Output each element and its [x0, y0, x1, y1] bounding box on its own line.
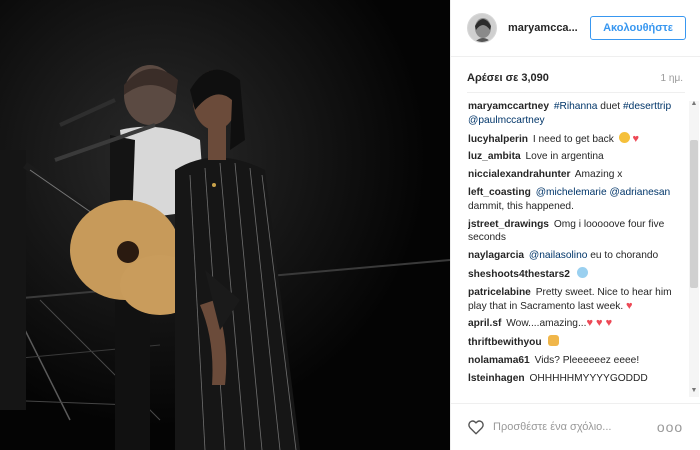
mention-link[interactable]: @nailasolino	[529, 250, 587, 261]
mention-link[interactable]: @paulmccartney	[468, 115, 545, 126]
comment-item: jstreet_drawings Omg i looooove four fiv…	[468, 218, 680, 246]
caption: maryamccartney #Rihanna duet #deserttrip…	[468, 100, 680, 128]
comment-item: left_coasting @michelemarie @adrianesan …	[468, 186, 680, 214]
heart-emoji-icon: ♥ ♥ ♥	[586, 317, 613, 330]
likes-row: Αρέσει σε 3,090 1 ημ.	[467, 66, 687, 90]
comment-item: april.sf Wow....amazing...♥ ♥ ♥	[468, 317, 680, 331]
avatar-image	[468, 14, 496, 42]
comment-item: niccialexandrahunter Amazing x	[468, 168, 680, 182]
comment-user[interactable]: naylagarcia	[468, 250, 524, 261]
clapping-hands-emoji-icon	[548, 335, 560, 347]
crying-emoji-icon	[576, 266, 588, 278]
post-time[interactable]: 1 ημ.	[661, 73, 683, 84]
comment-text: dammit, this happened.	[468, 200, 574, 212]
comment-text: Amazing x	[574, 169, 623, 181]
post-sidebar: maryamcca... Ακολουθήστε Αρέσει σε 3,090…	[450, 0, 700, 450]
post-window: maryamcca... Ακολουθήστε Αρέσει σε 3,090…	[0, 0, 700, 450]
comment-user[interactable]: patricelabine	[468, 287, 531, 298]
heart-emoji-icon: ♥	[632, 132, 640, 145]
avatar[interactable]	[467, 13, 497, 43]
comment-user[interactable]: left_coasting	[468, 187, 531, 198]
comment-item: thriftbewithyou	[468, 335, 680, 350]
comment-item: nolamama61 Vids? Pleeeeeez eeee!	[468, 354, 680, 368]
post-photo[interactable]	[0, 0, 450, 450]
mention-link[interactable]: @michelemarie	[536, 187, 607, 198]
comment-user[interactable]: luz_ambita	[468, 151, 521, 162]
comment-list: maryamccartney #Rihanna duet #deserttrip…	[468, 100, 680, 400]
scrollbar-thumb[interactable]	[690, 140, 698, 288]
likes-count[interactable]: Αρέσει σε 3,090	[467, 72, 549, 84]
heart-outline-icon[interactable]	[467, 418, 485, 436]
comment-user[interactable]: jstreet_drawings	[468, 219, 549, 230]
comment-text: OHHHHHMYYYYGODDD	[529, 372, 648, 384]
comment-text: Wow....amazing...	[506, 318, 587, 330]
more-options-icon[interactable]: ooo	[655, 416, 685, 438]
comment-text: Vids? Pleeeeeez eeee!	[534, 354, 640, 366]
scroll-down-arrow-icon[interactable]: ▼	[690, 387, 698, 395]
heart-emoji-icon: ♥	[626, 299, 633, 312]
comment-bar: ooo	[451, 403, 700, 450]
comment-user[interactable]: nolamama61	[468, 355, 530, 366]
comment-text: eu to chorando	[587, 250, 659, 262]
comment-user[interactable]: april.sf	[468, 318, 501, 329]
follow-button[interactable]: Ακολουθήστε	[590, 16, 686, 40]
comment-text: Love in argentina	[525, 151, 604, 163]
caption-user[interactable]: maryamccartney	[468, 101, 549, 112]
caption-text: duet	[597, 101, 621, 112]
hashtag-link[interactable]: #deserttrip	[623, 101, 671, 112]
comment-item: patricelabine Pretty sweet. Nice to hear…	[468, 286, 680, 314]
username[interactable]: maryamcca...	[508, 22, 588, 34]
comment-item: lsteinhagen OHHHHHMYYYYGODDD	[468, 372, 680, 386]
hashtag-link[interactable]: #Rihanna	[554, 101, 598, 112]
divider	[467, 92, 685, 93]
comment-user[interactable]: niccialexandrahunter	[468, 169, 570, 180]
smile-emoji-icon	[618, 131, 630, 143]
concert-image	[0, 0, 450, 450]
comment-item: naylagarcia @nailasolino eu to chorando	[468, 249, 680, 263]
comment-user[interactable]: lsteinhagen	[468, 373, 525, 384]
comment-input[interactable]	[493, 416, 653, 438]
comment-user[interactable]: sheshoots4thestars2	[468, 269, 570, 280]
comment-text: I need to get back	[532, 133, 614, 145]
comment-item: lucyhalperin I need to get back ♥	[468, 131, 680, 147]
mention-link[interactable]: @adrianesan	[609, 187, 670, 198]
comment-user[interactable]: thriftbewithyou	[468, 337, 542, 348]
scroll-up-arrow-icon[interactable]: ▲	[690, 100, 698, 108]
comment-item: sheshoots4thestars2	[468, 266, 680, 282]
comment-user[interactable]: lucyhalperin	[468, 134, 528, 145]
post-header: maryamcca... Ακολουθήστε	[451, 0, 700, 57]
comment-item: luz_ambita Love in argentina	[468, 150, 680, 164]
